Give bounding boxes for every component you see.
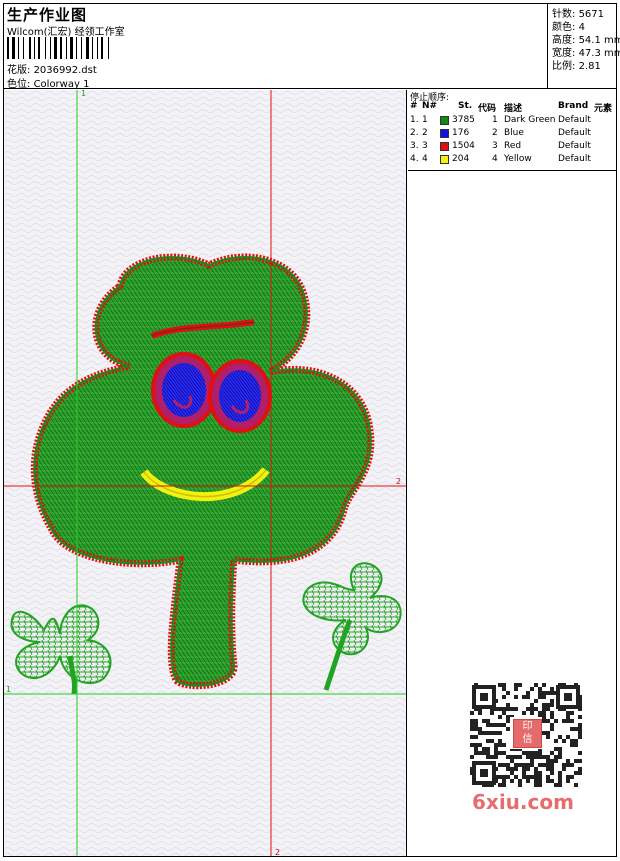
row-stitches: 3785 bbox=[452, 115, 475, 125]
col-element: 元素 bbox=[594, 104, 613, 114]
header: 生产作业图 Wilcom(汇宏) 经领工作室 花版: 2036992.dst 色… bbox=[3, 3, 620, 90]
design-scale-label: 比例: bbox=[552, 61, 576, 72]
stop-sequence-row: 1. 1 3785 1 Dark Green Default bbox=[408, 115, 616, 127]
row-description: Yellow bbox=[504, 154, 532, 164]
watermark-text: 6xiu.com bbox=[472, 790, 574, 814]
right-eye bbox=[208, 359, 272, 433]
row-needle: 3 bbox=[422, 141, 428, 151]
row-code: 3 bbox=[492, 141, 498, 151]
guide-label-green-left: 1 bbox=[6, 685, 11, 694]
row-description: Blue bbox=[504, 128, 524, 138]
design-scale-value: 2.81 bbox=[578, 61, 601, 72]
design-scale: 比例: 2.81 bbox=[552, 57, 601, 72]
colorway-label: 色位: bbox=[7, 79, 31, 90]
seal-text-1: 印 bbox=[522, 721, 533, 732]
seal-stamp: 印 信 bbox=[513, 719, 542, 748]
stop-sequence-row: 3. 3 1504 3 Red Default bbox=[408, 141, 616, 153]
row-needle: 1 bbox=[422, 115, 428, 125]
colorway-value: Colorway 1 bbox=[33, 79, 90, 90]
stats-box: 针数: 5671 颜色: 4 高度: 54.1 mm 宽度: 47.3 mm 比… bbox=[547, 3, 620, 89]
col-brand: Brand bbox=[558, 101, 589, 111]
stop-sequence-header: # N# St. 代码 描述 Brand 元素 bbox=[408, 101, 616, 114]
row-needle: 4 bbox=[422, 154, 428, 164]
pattern-line: 花版: 2036992.dst bbox=[7, 61, 97, 76]
row-code: 4 bbox=[492, 154, 498, 164]
stop-sequence-panel: 停止顺序: # N# St. 代码 描述 Brand 元素 1. 1 3785 1 Da… bbox=[408, 90, 616, 171]
left-eye bbox=[151, 352, 217, 428]
guide-label-red-bottom: 2 bbox=[275, 848, 280, 856]
row-brand: Default bbox=[558, 154, 591, 164]
col-code: 代码 bbox=[478, 104, 497, 114]
stop-sequence-row: 4. 4 204 4 Yellow Default bbox=[408, 154, 616, 166]
row-index: 3. bbox=[410, 141, 419, 151]
row-brand: Default bbox=[558, 141, 591, 151]
stop-sequence-row: 2. 2 176 2 Blue Default bbox=[408, 128, 616, 140]
colorway-line: 色位: Colorway 1 bbox=[7, 75, 89, 90]
guide-label-red-right: 2 bbox=[396, 477, 401, 486]
embroidery-preview: 1 1 2 2 bbox=[4, 90, 406, 856]
company-name: Wilcom(汇宏) 经领工作室 bbox=[7, 27, 125, 38]
row-stitches: 176 bbox=[452, 128, 470, 138]
row-stitches: 1504 bbox=[452, 141, 475, 151]
col-stitches: St. bbox=[458, 101, 473, 111]
row-description: Dark Green bbox=[504, 115, 556, 125]
page-title: 生产作业图 bbox=[7, 6, 88, 24]
col-description: 描述 bbox=[504, 104, 523, 114]
seal-text-2: 信 bbox=[522, 734, 533, 745]
barcode bbox=[7, 37, 144, 59]
row-brand: Default bbox=[558, 128, 591, 138]
col-needle: N# bbox=[422, 101, 438, 111]
row-stitches: 204 bbox=[452, 154, 470, 164]
row-needle: 2 bbox=[422, 128, 428, 138]
row-code: 2 bbox=[492, 128, 498, 138]
row-description: Red bbox=[504, 141, 522, 151]
design-canvas: 1 1 2 2 bbox=[4, 90, 407, 856]
row-brand: Default bbox=[558, 115, 591, 125]
row-code: 1 bbox=[492, 115, 498, 125]
row-index: 2. bbox=[410, 128, 419, 138]
row-index: 4. bbox=[410, 154, 419, 164]
col-index: # bbox=[410, 101, 418, 111]
row-index: 1. bbox=[410, 115, 419, 125]
guide-label-green-top: 1 bbox=[81, 90, 86, 98]
